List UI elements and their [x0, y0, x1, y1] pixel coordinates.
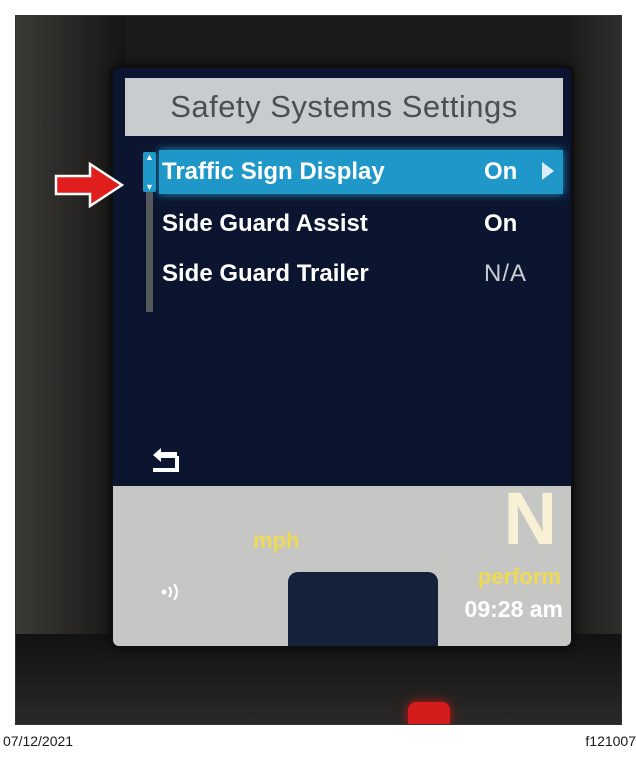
gear-indicator: N: [503, 477, 557, 560]
menu-item-label: Traffic Sign Display: [162, 158, 385, 185]
dashboard-left-surround: [16, 16, 126, 724]
red-indicator-light: [408, 702, 450, 724]
scrollbar-thumb[interactable]: ▲ ▼: [143, 152, 156, 192]
pointer-arrow-icon: [54, 162, 124, 208]
submenu-arrow-icon: [542, 162, 554, 180]
menu-item-value: On: [484, 158, 518, 185]
back-arrow-icon[interactable]: [149, 446, 183, 476]
screen-title: Safety Systems Settings: [170, 89, 518, 124]
figure-id: f121007: [585, 733, 636, 749]
drive-mode-label: perform: [477, 564, 561, 589]
caption-date: 07/12/2021: [3, 733, 74, 749]
clock-display: 09:28 am: [464, 596, 563, 622]
menu-item-label: Side Guard Trailer: [162, 260, 369, 287]
menu-item-value: N/A: [484, 260, 528, 287]
menu-item-side-guard-trailer[interactable]: Side Guard Trailer N/A: [159, 252, 563, 296]
menu-item-label: Side Guard Assist: [162, 210, 368, 237]
scroll-up-icon: ▲: [145, 152, 154, 162]
signal-icon: [161, 583, 179, 601]
title-bar: Safety Systems Settings: [125, 78, 563, 136]
menu-item-value: On: [484, 210, 518, 237]
display-notch: [288, 572, 438, 646]
status-panel: mph N perform 09:28 am: [113, 482, 571, 646]
photo-frame: Safety Systems Settings ▲ ▼ Traffic Sign…: [15, 15, 622, 725]
dashboard-right-surround: [566, 16, 621, 724]
menu-item-traffic-sign-display[interactable]: Traffic Sign Display On: [159, 150, 563, 194]
speed-unit-label: mph: [253, 528, 300, 553]
instrument-display: Safety Systems Settings ▲ ▼ Traffic Sign…: [113, 68, 571, 646]
menu-item-side-guard-assist[interactable]: Side Guard Assist On: [159, 202, 563, 246]
dashboard-lower-surround: [16, 634, 621, 724]
scroll-down-icon: ▼: [145, 182, 154, 192]
